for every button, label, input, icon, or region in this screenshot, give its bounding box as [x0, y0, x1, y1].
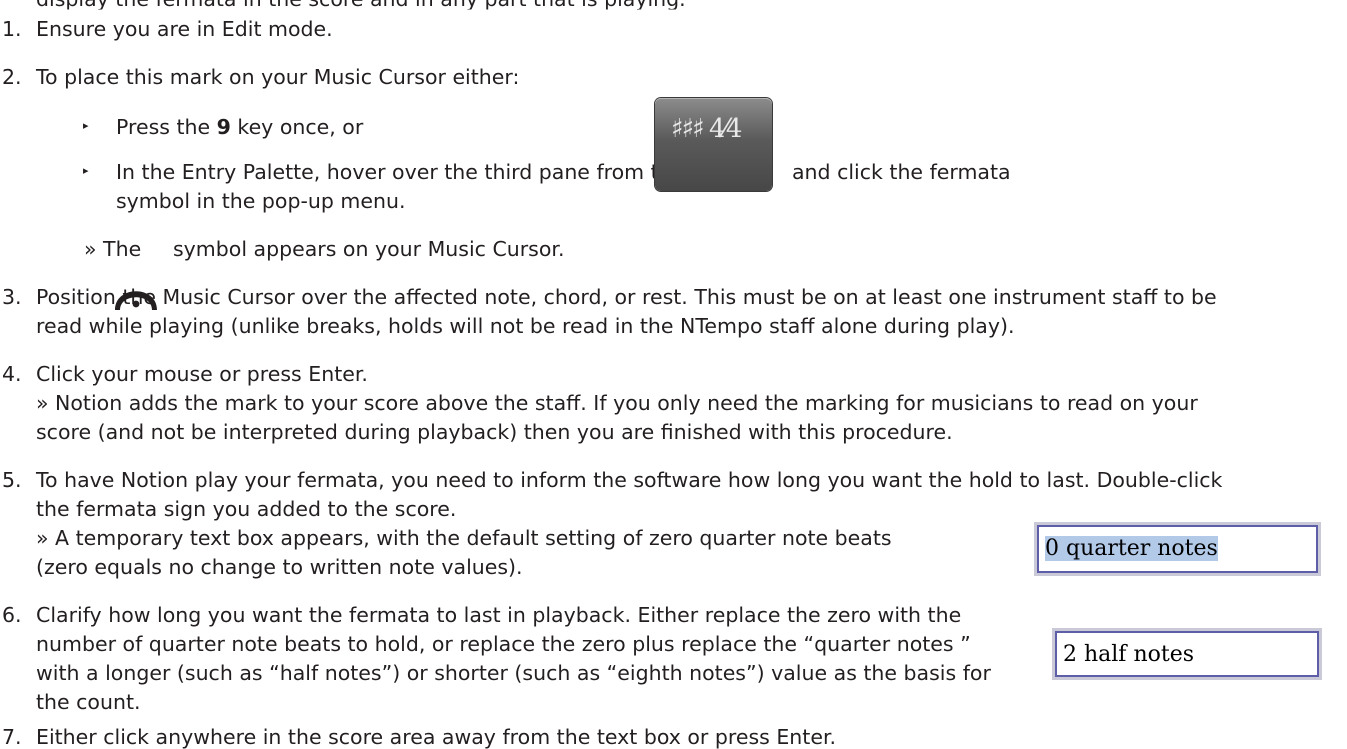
step-number: 6. — [2, 603, 22, 627]
step-text: » Notion adds the mark to your score abo… — [36, 391, 1198, 415]
step-text: Clarify how long you want the fermata to… — [36, 603, 962, 627]
step-number: 1. — [2, 17, 22, 41]
bullet-arrow-icon: ▸ — [83, 119, 89, 132]
sub-bullet-text: and click the fermata — [792, 160, 1011, 184]
key-signature-palette-icon: ♯♯♯ 4⁄4 — [655, 98, 772, 191]
step-text: read while playing (unlike breaks, holds… — [36, 314, 1015, 338]
key-label: 9 — [216, 115, 231, 139]
sub-bullet-text: symbol in the pop-up menu. — [116, 189, 406, 213]
step-text: Ensure you are in Edit mode. — [36, 17, 333, 41]
step-number: 3. — [2, 285, 22, 309]
result-text: » The — [84, 237, 142, 261]
step-number: 7. — [2, 725, 22, 749]
step-text: with a longer (such as “half notes”) or … — [36, 661, 991, 685]
half-notes-textbox[interactable]: 2 half notes — [1055, 631, 1319, 677]
step-text: Click your mouse or press Enter. — [36, 362, 368, 386]
palette-glyph: ♯♯♯ 4⁄4 — [671, 114, 742, 144]
step-text: number of quarter note beats to hold, or… — [36, 632, 971, 656]
step-text: » A temporary text box appears, with the… — [36, 526, 892, 550]
step-number: 2. — [2, 65, 22, 89]
sub-bullet-text: In the Entry Palette, hover over the thi… — [116, 160, 739, 184]
step-text: (zero equals no change to written note v… — [36, 555, 523, 579]
step-text: To have Notion play your fermata, you ne… — [36, 468, 1223, 492]
step-number: 5. — [2, 468, 22, 492]
textbox-value: 0 quarter notes — [1045, 536, 1218, 561]
step-text: the count. — [36, 690, 141, 714]
step-text: the fermata sign you added to the score. — [36, 497, 457, 521]
step-number: 4. — [2, 362, 22, 386]
result-text: symbol appears on your Music Cursor. — [173, 237, 565, 261]
step-text: Either click anywhere in the score area … — [36, 725, 837, 749]
textbox-value: 2 half notes — [1063, 642, 1195, 667]
top-fragment: display the fermata in the score and in … — [36, 0, 686, 10]
bullet-text-post: key once, or — [230, 115, 364, 139]
step-text: To place this mark on your Music Cursor … — [36, 65, 520, 89]
sub-bullet-text: Press the 9 key once, or — [116, 117, 363, 138]
step-text: score (and not be interpreted during pla… — [36, 420, 953, 444]
quarter-notes-textbox[interactable]: 0 quarter notes — [1037, 525, 1318, 573]
step-text: Position the Music Cursor over the affec… — [36, 285, 1217, 309]
bullet-text-pre: Press the — [116, 115, 217, 139]
bullet-arrow-icon: ▸ — [83, 164, 89, 177]
